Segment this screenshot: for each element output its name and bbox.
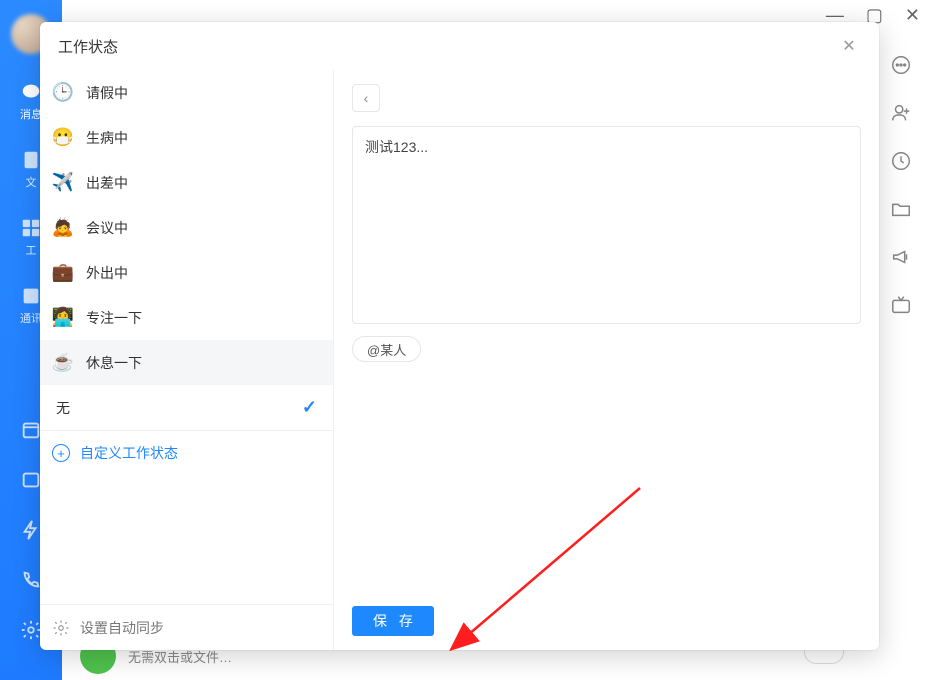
status-label: 生病中 — [86, 128, 321, 148]
add-user-icon[interactable] — [890, 102, 912, 124]
status-emoji-icon: ✈️ — [52, 172, 74, 194]
status-label: 请假中 — [86, 83, 321, 103]
status-item[interactable]: ☕ 休息一下 — [40, 340, 333, 385]
status-item-none[interactable]: 无✓ — [40, 385, 333, 430]
custom-status-button[interactable]: + 自定义工作状态 — [40, 430, 333, 475]
status-label: 无 — [56, 398, 290, 418]
auto-sync-label: 设置自动同步 — [80, 618, 164, 638]
status-label: 会议中 — [86, 218, 321, 238]
status-textarea[interactable] — [352, 126, 861, 324]
work-status-modal: 工作状态 ✕ 🕒 请假中 😷 生病中 ✈️ 出差中 🙇 会议中 💼 外出中 👩‍💻 专注一下 ☕ 休息一下… — [40, 22, 879, 650]
status-item[interactable]: 🙇 会议中 — [40, 205, 333, 250]
status-label: 专注一下 — [86, 308, 321, 328]
save-button[interactable]: 保 存 — [352, 606, 434, 636]
check-icon: ✓ — [302, 397, 317, 418]
status-item[interactable]: 💼 外出中 — [40, 250, 333, 295]
modal-header: 工作状态 ✕ — [40, 22, 879, 70]
status-item[interactable]: 👩‍💻 专注一下 — [40, 295, 333, 340]
status-emoji-icon: 👩‍💻 — [52, 307, 74, 329]
tv-icon[interactable] — [890, 294, 912, 316]
custom-status-label: 自定义工作状态 — [80, 443, 178, 463]
right-toolbar — [890, 54, 912, 316]
mention-chip[interactable]: @某人 — [352, 336, 421, 362]
status-item[interactable]: ✈️ 出差中 — [40, 160, 333, 205]
status-emoji-icon: 🕒 — [52, 82, 74, 104]
status-list-panel: 🕒请假中😷生病中✈️出差中🙇会议中💼外出中👩‍💻专注一下☕休息一下无✓+自定义工… — [40, 70, 334, 650]
status-label: 休息一下 — [86, 353, 321, 373]
megaphone-icon[interactable] — [890, 246, 912, 268]
status-label: 外出中 — [86, 263, 321, 283]
sidebar-label: 通讯 — [20, 310, 42, 326]
status-label: 出差中 — [86, 173, 321, 193]
folder-icon[interactable] — [890, 198, 912, 220]
sidebar-label: 文 — [26, 174, 37, 190]
modal-title: 工作状态 — [58, 36, 118, 57]
status-emoji-icon: 😷 — [52, 127, 74, 149]
more-icon[interactable] — [890, 54, 912, 76]
gear-icon — [52, 619, 70, 637]
modal-close-button[interactable]: ✕ — [837, 34, 861, 58]
status-emoji-icon: ☕ — [52, 352, 74, 374]
plus-icon: + — [52, 444, 70, 462]
back-button[interactable]: ‹ — [352, 84, 380, 112]
sidebar-label: 工 — [26, 242, 37, 258]
sidebar-label: 消息 — [20, 106, 42, 122]
status-item[interactable]: 😷 生病中 — [40, 115, 333, 160]
status-emoji-icon: 💼 — [52, 262, 74, 284]
auto-sync-settings[interactable]: 设置自动同步 — [40, 604, 333, 650]
clock-icon[interactable] — [890, 150, 912, 172]
status-list: 🕒请假中😷生病中✈️出差中🙇会议中💼外出中👩‍💻专注一下☕休息一下无✓+自定义工… — [40, 70, 333, 604]
status-item[interactable]: 🕒 请假中 — [40, 70, 333, 115]
close-window-button[interactable]: ✕ — [905, 6, 920, 24]
status-edit-panel: ‹ @某人 保 存 — [334, 70, 879, 650]
status-emoji-icon: 🙇 — [52, 217, 74, 239]
